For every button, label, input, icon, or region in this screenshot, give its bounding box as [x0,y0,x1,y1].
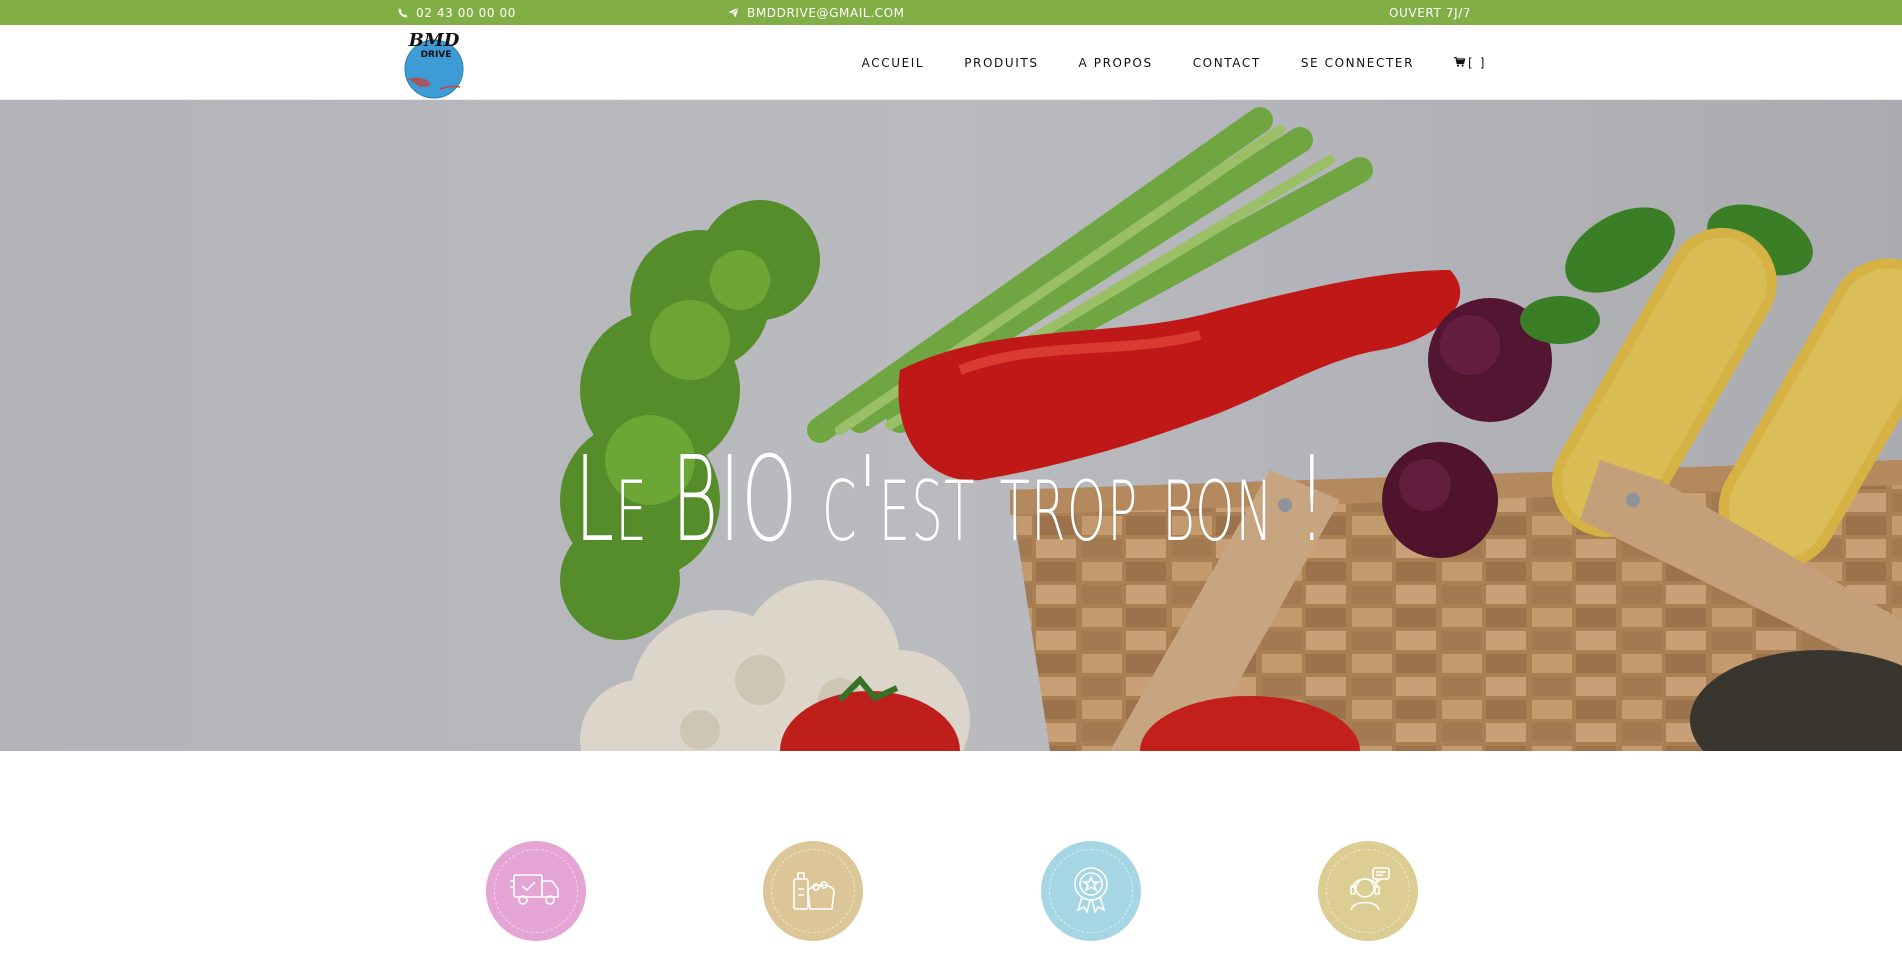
feature-delivery [486,841,586,941]
cart-count: [ ] [1468,55,1486,70]
nav-produits[interactable]: PRODUITS [964,56,1038,70]
feature-quality [1041,841,1141,941]
customer-support-icon [1343,864,1393,918]
feature-support [1318,841,1418,941]
opening-hours-text: OUVERT 7J/7 [1389,5,1472,20]
phone-number: 02 43 00 00 00 [416,5,517,20]
quality-badge-icon [1068,864,1114,918]
feature-groceries [763,841,863,941]
paper-plane-icon [728,7,739,18]
phone-icon [398,8,408,18]
cart-button[interactable]: [ ] [1454,56,1486,70]
main-navbar: BMD DRIVE ACCUEIL PRODUITS A PROPOS CONT… [0,25,1902,100]
nav-se-connecter[interactable]: SE CONNECTER [1301,56,1414,70]
features-section [0,751,1902,954]
cart-icon [1454,56,1466,70]
top-info-bar: 02 43 00 00 00 BMDDRIVE@GMAIL.COM OUVERT… [0,0,1902,25]
email-info[interactable]: BMDDRIVE@GMAIL.COM [728,0,905,25]
bmd-drive-logo[interactable]: BMD DRIVE [400,29,468,99]
nav-accueil[interactable]: ACCUEIL [862,56,925,70]
phone-info[interactable]: 02 43 00 00 00 [398,0,516,25]
vegetable-basket-image [0,100,1902,751]
opening-hours: OUVERT 7J/7 [1389,0,1471,25]
groceries-bag-icon [788,865,838,917]
hero-banner: Le BIO c'est trop bon ! [0,100,1902,751]
hero-title: Le BIO c'est trop bon ! [574,430,1328,568]
nav-menu: ACCUEIL PRODUITS A PROPOS CONTACT SE CON… [862,25,1486,100]
nav-a-propos[interactable]: A PROPOS [1079,56,1153,70]
nav-contact[interactable]: CONTACT [1193,56,1261,70]
logo-drive-text: DRIVE [421,50,452,60]
delivery-truck-icon [510,869,562,913]
email-address: BMDDRIVE@GMAIL.COM [747,5,905,20]
logo-bmd-text: BMD [408,30,460,51]
